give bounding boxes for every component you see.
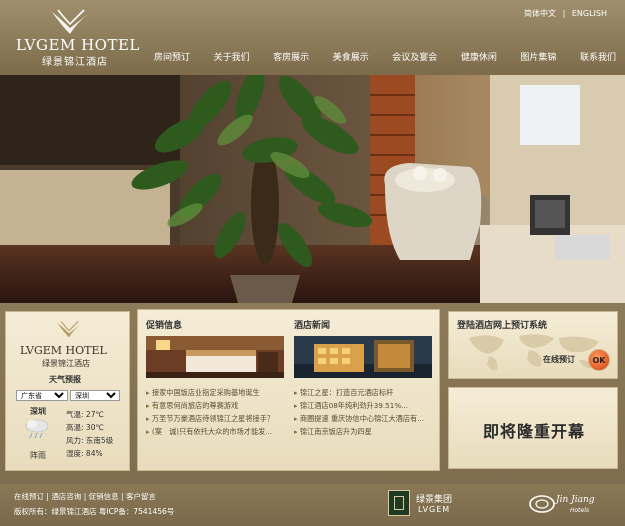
province-select[interactable]: 广东省 [16, 390, 68, 401]
nav-item-dining[interactable]: 美食展示 [329, 50, 373, 63]
language-switcher: 简体中文 | ENGLISH [522, 8, 609, 19]
humidity-row: 湿度: 84% [66, 447, 113, 460]
lvgem-group-en: LVGEM [418, 505, 451, 514]
logo-mark-icon [52, 9, 88, 34]
jinjiang-logo: Jin Jiang Hotels [528, 489, 618, 519]
rain-cloud-icon [25, 419, 49, 439]
nav-item-booking[interactable]: 房间预订 [150, 50, 194, 63]
hotel-news-item[interactable]: 锦江南京饭店升为四星 [294, 425, 434, 438]
weather-logo-chinese: 绿景锦江酒店 [42, 359, 90, 368]
nav-item-meetings[interactable]: 会议及宴会 [388, 50, 441, 63]
temp-label: 气温: [66, 410, 84, 419]
lang-english-link[interactable]: ENGLISH [572, 9, 607, 18]
wind-row: 风力: 东南5级 [66, 434, 113, 447]
news-panel: 促销信息 酒店新闻 接家中国饭店业指定采购基地诞生 有意思何尚旅店的尊赛游戏 万… [137, 309, 440, 471]
wind-value: 东南5级 [85, 436, 114, 445]
footer-link-inquiry[interactable]: 酒店咨询 [51, 492, 81, 501]
footer-link-guestbook[interactable]: 客户留言 [126, 492, 156, 501]
lvgem-group-cn: 绿景集团 [416, 495, 453, 505]
lang-separator: | [562, 9, 566, 18]
footer-links: 在线预订 | 酒店咨询 | 促销信息 | 客户留言 [14, 491, 156, 502]
city-select[interactable]: 深圳 [70, 390, 120, 401]
wind-label: 风力: [66, 436, 84, 445]
hotel-news-item[interactable]: 锦江之星：打造百元酒店标杆 [294, 386, 434, 399]
logo-text: LVGEM HOTEL [16, 36, 140, 54]
high-row: 高温: 30℃ [66, 421, 113, 434]
hero-lobby-image [0, 75, 625, 303]
grand-opening-panel: 即将隆重开幕 [448, 387, 618, 469]
promo-item[interactable]: (案 诚)只有依托大众的市场才能发... [146, 425, 286, 438]
promo-title: 促销信息 [146, 321, 183, 331]
footer-separator: | [83, 492, 87, 501]
booking-login-panel: 登陆酒店网上预订系统 在线预订 OK [448, 311, 618, 379]
promo-item[interactable]: 接家中国饭店业指定采购基地诞生 [146, 386, 286, 399]
hotel-news-list: 锦江之星：打造百元酒店标杆 锦江酒店08年纯利劲升39.51%... 商圈提速 … [294, 386, 434, 438]
hotel-news-title: 酒店新闻 [294, 321, 331, 331]
hotel-news-item[interactable]: 商圈提速 重庆协信中心锦江大酒店有... [294, 412, 434, 425]
hotel-news-item[interactable]: 锦江酒店08年纯利劲升39.51%... [294, 399, 434, 412]
jinjiang-text: Jin Jiang [556, 495, 595, 505]
lang-chinese-link[interactable]: 简体中文 [524, 9, 556, 18]
header: LVGEM HOTEL 绿景锦江酒店 简体中文 | ENGLISH 房间预订 关… [0, 0, 625, 75]
jinjiang-subtext: Hotels [570, 507, 590, 514]
nav-item-about[interactable]: 关于我们 [210, 50, 254, 63]
ok-button[interactable]: OK [588, 349, 610, 371]
footer-link-promotions[interactable]: 促销信息 [89, 492, 119, 501]
weather-panel: LVGEM HOTEL 绿景锦江酒店 天气预报 广东省 深圳 深圳 阵雨 气温:… [5, 311, 130, 471]
temp-row: 气温: 27℃ [66, 408, 113, 421]
weather-title: 天气预报 [49, 375, 81, 384]
promo-list: 接家中国饭店业指定采购基地诞生 有意思何尚旅店的尊赛游戏 万圣节万豪酒店待领锦江… [146, 386, 286, 438]
nav-item-contact[interactable]: 联系我们 [576, 50, 620, 63]
nav-item-wellness[interactable]: 健康休闲 [457, 50, 501, 63]
footer-separator: | [121, 492, 124, 501]
lvgem-group-icon [388, 490, 410, 516]
humidity-label: 湿度: [66, 449, 84, 458]
today-condition: 阵雨 [30, 451, 46, 460]
main-nav: 房间预订 关于我们 客房展示 美食展示 会议及宴会 健康休闲 图片集锦 联系我们 [150, 50, 620, 63]
jinjiang-swirl-icon [529, 495, 555, 513]
copyright-text: 版权所有：绿景锦江酒店 粤ICP备：7541456号 [14, 507, 175, 516]
weather-details: 气温: 27℃ 高温: 30℃ 风力: 东南5级 湿度: 84% [66, 408, 113, 460]
promo-item[interactable]: 万圣节万豪酒店待领锦江之星将接手？ [146, 412, 286, 425]
promo-item[interactable]: 有意思何尚旅店的尊赛游戏 [146, 399, 286, 412]
logo-chinese-text: 绿景锦江酒店 [42, 57, 108, 68]
today-city: 深圳 [30, 407, 46, 416]
content-section: LVGEM HOTEL 绿景锦江酒店 天气预报 广东省 深圳 深圳 阵雨 气温:… [0, 303, 625, 484]
booking-login-title: 登陆酒店网上预订系统 [457, 321, 548, 331]
news-building-photo[interactable] [294, 336, 432, 378]
footer: 在线预订 | 酒店咨询 | 促销信息 | 客户留言 版权所有：绿景锦江酒店 粤I… [0, 484, 625, 526]
grand-opening-text: 即将隆重开幕 [482, 422, 585, 441]
promo-room-photo[interactable] [146, 336, 284, 378]
world-map-icon [469, 334, 599, 371]
nav-item-gallery[interactable]: 图片集锦 [516, 50, 560, 63]
humidity-value: 84% [85, 449, 103, 458]
logo-mark-icon [57, 320, 81, 338]
high-value: 30℃ [85, 423, 104, 432]
footer-separator: | [46, 492, 49, 501]
temp-value: 27℃ [85, 410, 104, 419]
high-label: 高温: [66, 423, 84, 432]
weather-logo-text: LVGEM HOTEL [20, 344, 107, 357]
online-booking-label: 在线预订 [543, 355, 575, 364]
footer-link-booking[interactable]: 在线预订 [14, 492, 44, 501]
nav-item-rooms[interactable]: 客房展示 [269, 50, 313, 63]
